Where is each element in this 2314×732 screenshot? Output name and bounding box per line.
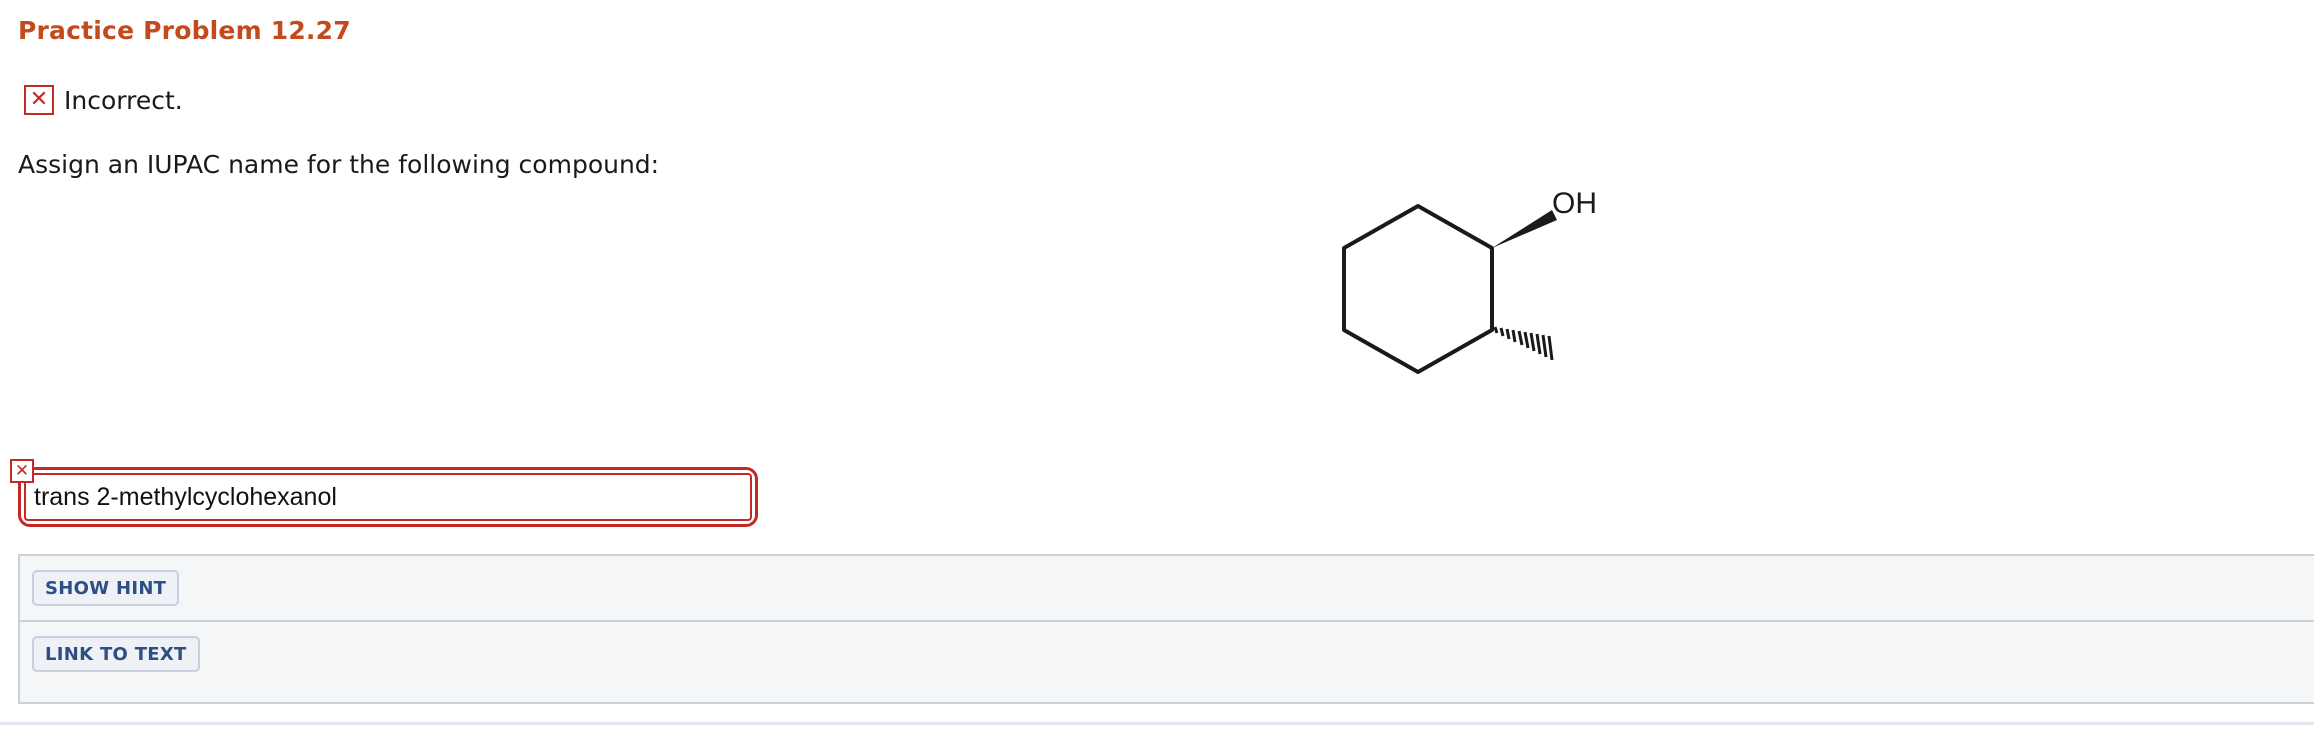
answer-error-x-icon: ✕ xyxy=(10,459,34,483)
compound-structure: OH xyxy=(1342,187,1597,374)
problem-title: Practice Problem 12.27 xyxy=(18,16,351,45)
cyclohexane-ring xyxy=(1342,204,1494,374)
tools-panel: SHOW HINT LINK TO TEXT xyxy=(18,554,2314,704)
incorrect-x-icon: ✕ xyxy=(24,85,54,115)
question-text: Assign an IUPAC name for the following c… xyxy=(18,150,660,179)
bottom-divider xyxy=(0,722,2314,725)
hashed-bond xyxy=(1493,326,1554,361)
link-to-text-button[interactable]: LINK TO TEXT xyxy=(32,636,200,672)
oh-label: OH xyxy=(1552,187,1597,220)
show-hint-button[interactable]: SHOW HINT xyxy=(32,570,180,606)
answer-input[interactable] xyxy=(24,473,752,521)
status-row: ✕ Incorrect. xyxy=(24,82,183,118)
status-text: Incorrect. xyxy=(64,85,183,115)
practice-problem-page: Practice Problem 12.27 ✕ Incorrect. Assi… xyxy=(0,0,2314,732)
wedge-bond xyxy=(1492,210,1557,248)
link-row: LINK TO TEXT xyxy=(20,622,2314,688)
answer-field-wrapper xyxy=(18,467,758,527)
hint-row: SHOW HINT xyxy=(20,556,2314,622)
